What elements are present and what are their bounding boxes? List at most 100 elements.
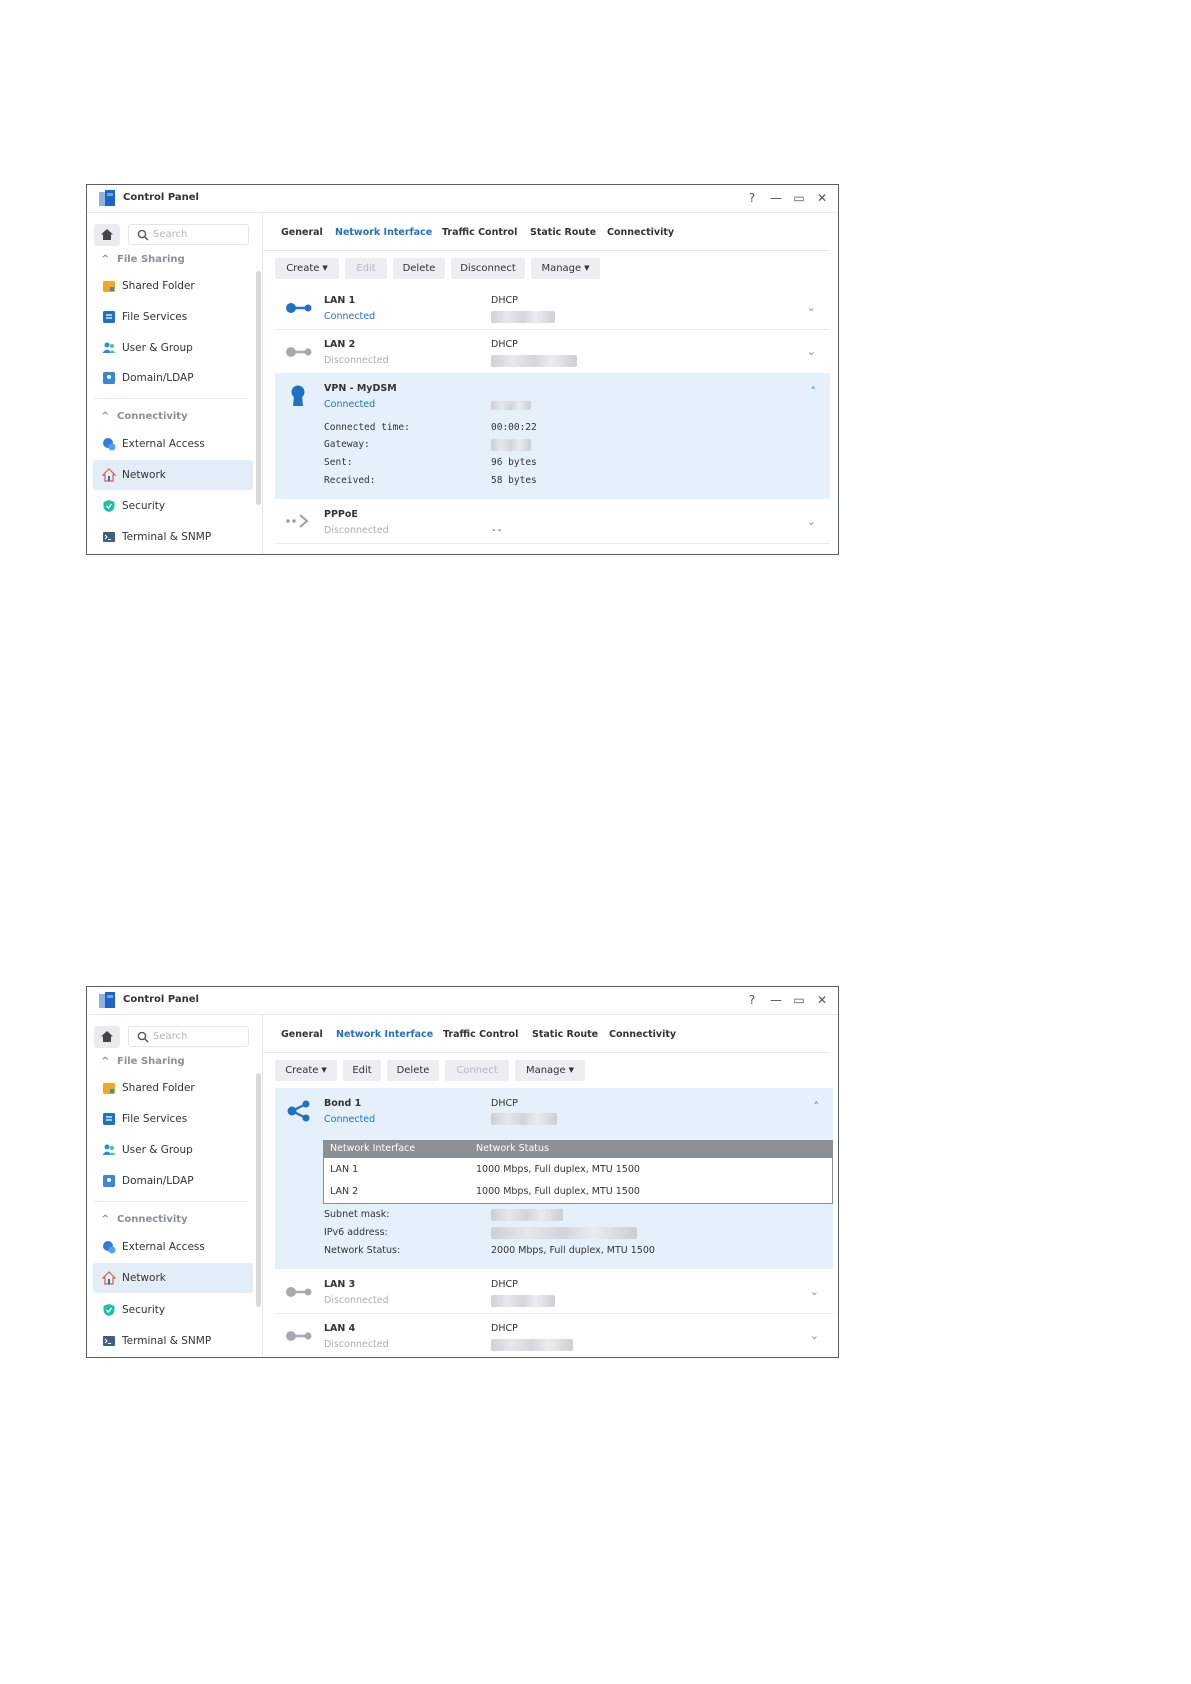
help-icon[interactable]: ?: [744, 992, 760, 1008]
chevron-down-icon[interactable]: ⌄: [807, 301, 816, 314]
tab-connectivity[interactable]: Connectivity: [607, 227, 674, 238]
chevron-down-icon[interactable]: ⌄: [810, 1285, 819, 1298]
interface-row-pppoe[interactable]: PPPoE Disconnected -- ⌄: [275, 499, 830, 544]
delete-button[interactable]: Delete: [393, 258, 445, 279]
interface-method: DHCP: [491, 1323, 518, 1334]
lan-disconnected-icon: [286, 1331, 312, 1341]
chevron-down-icon[interactable]: ⌄: [807, 345, 816, 358]
shield-icon: [103, 500, 115, 512]
chevron-down-icon[interactable]: ⌄: [807, 515, 816, 528]
interface-row-lan4[interactable]: LAN 4 Disconnected DHCP ⌄: [275, 1313, 833, 1357]
tab-static-route[interactable]: Static Route: [530, 227, 596, 238]
sidebar-item-security[interactable]: Security: [93, 491, 253, 521]
minimize-icon[interactable]: —: [768, 190, 784, 206]
interface-status: Disconnected: [324, 1295, 389, 1306]
interface-method: DHCP: [491, 1098, 518, 1109]
tab-network-interface[interactable]: Network Interface: [336, 1029, 433, 1040]
chevron-up-icon[interactable]: ˄: [814, 1100, 820, 1113]
shield-icon: [103, 1304, 115, 1316]
interface-row-lan3[interactable]: LAN 3 Disconnected DHCP ⌄: [275, 1269, 833, 1314]
connect-button[interactable]: Connect: [445, 1060, 509, 1081]
delete-button[interactable]: Delete: [387, 1060, 439, 1081]
sidebar-item-user-group[interactable]: User & Group: [93, 333, 253, 363]
search-input[interactable]: [153, 1029, 243, 1044]
chevron-up-icon: ^: [101, 1056, 110, 1067]
chevron-up-icon: ^: [101, 411, 110, 422]
lan-disconnected-icon: [286, 347, 312, 357]
close-icon[interactable]: ✕: [814, 190, 830, 206]
search-field[interactable]: [128, 224, 249, 245]
pppoe-icon: [286, 514, 309, 528]
create-button[interactable]: Create ▼: [275, 258, 339, 279]
interface-row-lan2[interactable]: LAN 2 Disconnected DHCP ⌄: [275, 329, 830, 374]
sidebar-scrollbar[interactable]: [256, 271, 261, 505]
caret-down-icon: ▼: [322, 264, 328, 272]
sidebar-item-external-access[interactable]: External Access: [93, 429, 253, 459]
section-connectivity[interactable]: ^ Connectivity: [101, 1214, 188, 1230]
sidebar-item-file-services[interactable]: File Services: [93, 302, 253, 332]
interface-name: VPN - MyDSM: [324, 383, 397, 394]
home-icon: [101, 229, 113, 240]
tab-traffic-control[interactable]: Traffic Control: [442, 227, 517, 238]
interface-row-vpn[interactable]: VPN - MyDSM Connected ˄ Connected time: …: [275, 373, 830, 499]
interface-row-bond1[interactable]: Bond 1 Connected DHCP ˄ Network Interfac…: [275, 1088, 833, 1269]
home-button[interactable]: [94, 224, 120, 246]
search-field[interactable]: [128, 1026, 249, 1047]
tab-bar: General Network Interface Traffic Contro…: [263, 1015, 830, 1053]
table-row[interactable]: LAN 2 1000 Mbps, Full duplex, MTU 1500: [324, 1181, 832, 1203]
sidebar-item-external-access[interactable]: External Access: [93, 1232, 253, 1262]
interface-row-lan1[interactable]: LAN 1 Connected DHCP ⌄: [275, 285, 830, 330]
tab-static-route[interactable]: Static Route: [532, 1029, 598, 1040]
section-file-sharing[interactable]: ^ File Sharing: [101, 254, 185, 270]
network-house-icon: [102, 1271, 116, 1285]
chevron-down-icon[interactable]: ⌄: [810, 1329, 819, 1342]
minimize-icon[interactable]: —: [768, 992, 784, 1008]
sidebar-item-shared-folder[interactable]: Shared Folder: [93, 271, 253, 301]
disconnect-button[interactable]: Disconnect: [451, 258, 525, 279]
section-file-sharing[interactable]: ^ File Sharing: [101, 1056, 185, 1072]
search-input[interactable]: [153, 227, 243, 242]
column-header: Network Status: [476, 1143, 549, 1154]
chevron-up-icon: ^: [101, 1214, 110, 1225]
tab-network-interface[interactable]: Network Interface: [335, 227, 432, 238]
sidebar-item-security[interactable]: Security: [93, 1295, 253, 1325]
sidebar-item-domain-ldap[interactable]: Domain/LDAP: [93, 363, 253, 393]
sidebar-item-user-group[interactable]: User & Group: [93, 1135, 253, 1165]
users-icon: [102, 1144, 116, 1155]
sidebar-divider: [94, 1201, 249, 1202]
window-title: Control Panel: [123, 994, 199, 1005]
tab-connectivity[interactable]: Connectivity: [609, 1029, 676, 1040]
close-icon[interactable]: ✕: [814, 992, 830, 1008]
interface-status: Disconnected: [324, 1339, 389, 1350]
sidebar-item-terminal-snmp[interactable]: Terminal & SNMP: [93, 1326, 253, 1356]
network-house-icon: [102, 468, 116, 482]
edit-button[interactable]: Edit: [345, 258, 387, 279]
home-button[interactable]: [94, 1026, 120, 1048]
manage-button[interactable]: Manage ▼: [531, 258, 600, 279]
help-icon[interactable]: ?: [744, 190, 760, 206]
sidebar-item-domain-ldap[interactable]: Domain/LDAP: [93, 1166, 253, 1196]
maximize-icon[interactable]: ▭: [791, 190, 807, 206]
tab-general[interactable]: General: [281, 1029, 323, 1040]
tab-traffic-control[interactable]: Traffic Control: [443, 1029, 518, 1040]
table-row[interactable]: LAN 1 1000 Mbps, Full duplex, MTU 1500: [324, 1159, 832, 1181]
chevron-up-icon[interactable]: ˄: [811, 385, 817, 398]
detail-label: Connected time:: [324, 422, 410, 433]
interface-status: Connected: [324, 1114, 376, 1125]
tab-general[interactable]: General: [281, 227, 323, 238]
folder-icon: [103, 281, 115, 292]
sidebar-item-shared-folder[interactable]: Shared Folder: [93, 1073, 253, 1103]
interface-status: Disconnected: [324, 355, 389, 366]
sidebar-item-file-services[interactable]: File Services: [93, 1104, 253, 1134]
sidebar-scrollbar[interactable]: [256, 1073, 261, 1307]
main-panel: General Network Interface Traffic Contro…: [263, 1015, 838, 1357]
sidebar-item-network[interactable]: Network: [93, 460, 253, 490]
section-connectivity[interactable]: ^ Connectivity: [101, 411, 188, 427]
create-button[interactable]: Create ▼: [275, 1060, 337, 1081]
maximize-icon[interactable]: ▭: [791, 992, 807, 1008]
edit-button[interactable]: Edit: [343, 1060, 381, 1081]
sidebar-item-network[interactable]: Network: [93, 1263, 253, 1293]
sidebar-item-terminal-snmp[interactable]: Terminal & SNMP: [93, 522, 253, 552]
manage-button[interactable]: Manage ▼: [515, 1060, 585, 1081]
control-panel-app-icon: [99, 992, 115, 1008]
